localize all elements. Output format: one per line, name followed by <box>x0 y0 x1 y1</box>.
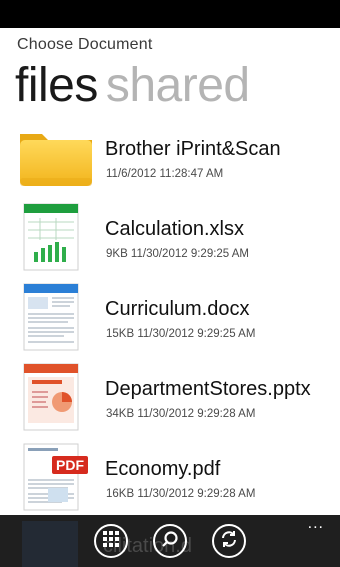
file-name: Curriculum.docx <box>105 298 250 320</box>
list-item-file[interactable]: Calculation.xlsx 9KB 11/30/2012 9:29:25 … <box>0 200 340 276</box>
list-item-file[interactable]: DepartmentStores.pptx 34KB 11/30/2012 9:… <box>0 360 340 436</box>
pivot-shared[interactable]: shared <box>106 59 250 112</box>
word-file-icon <box>18 280 98 356</box>
list-item-file[interactable]: Curriculum.docx 15KB 11/30/2012 9:29:25 … <box>0 280 340 356</box>
pivot-header: files shared <box>15 58 250 114</box>
file-meta: 16KB 11/30/2012 9:29:28 AM <box>106 488 256 500</box>
grid-view-button[interactable] <box>94 524 128 558</box>
file-name: Economy.pdf <box>105 458 221 480</box>
more-options-button[interactable]: ... <box>308 516 324 532</box>
file-name: Calculation.xlsx <box>105 218 244 240</box>
powerpoint-file-icon <box>18 360 98 436</box>
sync-icon <box>219 529 239 554</box>
file-name: DepartmentStores.pptx <box>105 378 311 400</box>
pdf-badge-label: PDF <box>56 457 84 473</box>
folder-icon <box>18 120 98 196</box>
sync-button[interactable] <box>212 524 246 558</box>
app-bar: cilitation.d ... <box>0 515 340 567</box>
page-subtitle: Choose Document <box>17 36 153 53</box>
search-button[interactable] <box>153 524 187 558</box>
file-meta: 9KB 11/30/2012 9:29:25 AM <box>106 248 250 260</box>
status-bar <box>0 0 340 28</box>
file-meta: 11/6/2012 11:28:47 AM <box>106 168 224 180</box>
grid-icon <box>102 530 120 553</box>
pdf-file-icon: PDF <box>18 440 98 516</box>
excel-file-icon <box>18 200 98 276</box>
peek-file-icon <box>22 521 78 567</box>
file-meta: 34KB 11/30/2012 9:29:28 AM <box>106 408 256 420</box>
search-icon <box>161 530 179 553</box>
pivot-files[interactable]: files <box>15 59 98 112</box>
list-item-file[interactable]: PDF Economy.pdf 16KB 11/30/2012 9:29:28 … <box>0 440 340 516</box>
file-meta: 15KB 11/30/2012 9:29:25 AM <box>106 328 256 340</box>
list-item-folder[interactable]: Brother iPrint&Scan 11/6/2012 11:28:47 A… <box>0 120 340 196</box>
file-name: Brother iPrint&Scan <box>105 138 281 160</box>
